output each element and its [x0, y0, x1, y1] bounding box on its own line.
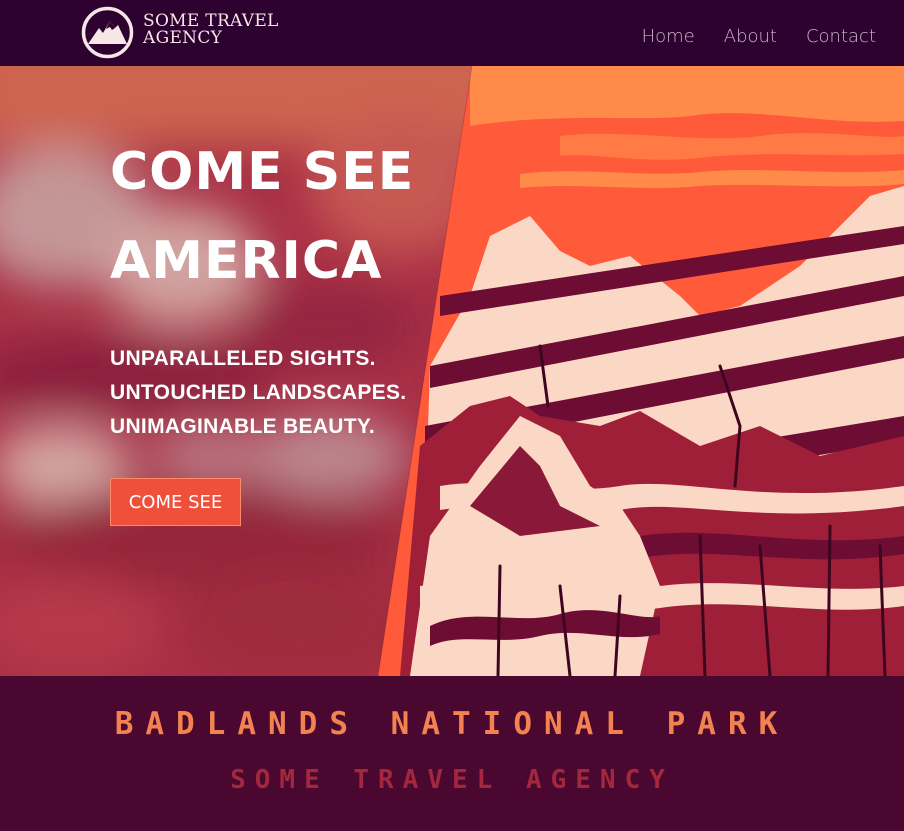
hero-copy: COME SEE AMERICA UNPARALLELED SIGHTS. UN…	[110, 128, 414, 444]
top-navbar: SOME TRAVEL AGENCY Home About Contact	[0, 0, 904, 66]
mountain-logo-icon	[81, 6, 134, 59]
agency-subtitle: SOME TRAVEL AGENCY	[230, 765, 674, 795]
logo-link[interactable]: SOME TRAVEL AGENCY	[0, 0, 280, 66]
hero-title: COME SEE AMERICA	[110, 128, 414, 306]
park-banner: BADLANDS NATIONAL PARK SOME TRAVEL AGENC…	[0, 676, 904, 831]
nav-contact[interactable]: Contact	[806, 24, 876, 50]
tagline-line: UNPARALLELED SIGHTS.	[110, 347, 376, 370]
hero-section: COME SEE AMERICA UNPARALLELED SIGHTS. UN…	[0, 66, 904, 676]
nav-links: Home About Contact	[613, 24, 876, 50]
hero-title-line2: AMERICA	[110, 231, 383, 291]
brand-name: SOME TRAVEL AGENCY	[143, 13, 279, 47]
tagline-line: UNIMAGINABLE BEAUTY.	[110, 415, 376, 438]
hero-tagline: UNPARALLELED SIGHTS. UNTOUCHED LANDSCAPE…	[110, 342, 414, 444]
tagline-line: UNTOUCHED LANDSCAPES.	[110, 381, 407, 404]
hero-title-line1: COME SEE	[110, 142, 415, 202]
brand-name-line2: AGENCY	[143, 28, 223, 48]
come-see-button[interactable]: COME SEE	[110, 478, 241, 526]
park-title: BADLANDS NATIONAL PARK	[114, 706, 790, 742]
nav-about[interactable]: About	[724, 24, 777, 50]
nav-home[interactable]: Home	[642, 24, 695, 50]
